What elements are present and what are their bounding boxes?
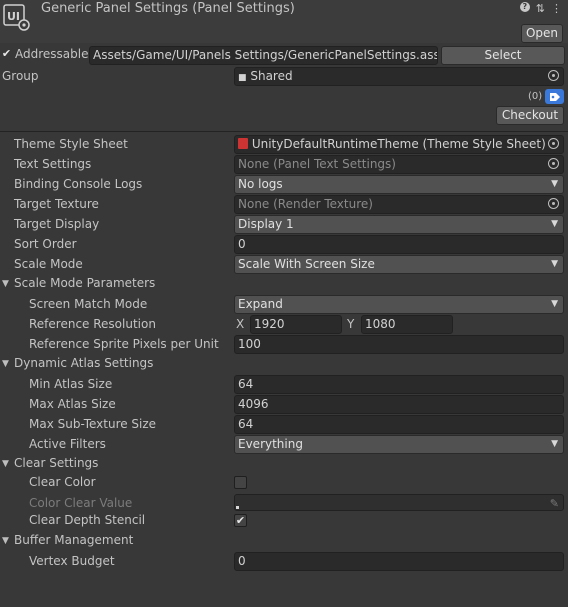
folder-icon: ■ [238,73,247,83]
binding-console-logs-value: No logs [238,177,283,191]
resolution-y-field[interactable]: 1080 [361,315,453,334]
group-field[interactable]: ■ Shared [234,67,564,86]
help-icon[interactable]: ? [519,2,530,12]
foldout-arrow-icon[interactable]: ▼ [2,359,9,369]
binding-console-logs-label: Binding Console Logs [14,177,143,191]
screen-match-mode-label: Screen Match Mode [29,297,148,311]
eyedropper-icon[interactable]: ✎ [550,495,559,510]
vertex-budget-field[interactable]: 0 [234,552,564,571]
foldout-arrow-icon[interactable]: ▼ [2,536,9,546]
dropdown-arrow-icon: ▼ [551,439,558,449]
ref-sprite-ppu-label: Reference Sprite Pixels per Unit [29,337,219,351]
max-atlas-size-field[interactable]: 4096 [234,395,564,414]
addressable-checkbox[interactable]: ✔ [0,48,13,61]
object-picker-icon[interactable] [548,158,559,169]
clear-depth-stencil-label: Clear Depth Stencil [29,513,146,527]
max-atlas-size-label: Max Atlas Size [29,397,116,411]
clear-settings-header[interactable]: Clear Settings [14,456,98,470]
open-button[interactable]: Open [521,24,563,43]
inspector-title: Generic Panel Settings (Panel Settings) [41,1,295,16]
active-filters-label: Active Filters [29,437,106,451]
resolution-x-field[interactable]: 1920 [250,315,342,334]
group-label: Group [2,69,39,83]
preset-sliders-icon[interactable]: ⇅ [536,2,545,15]
foldout-arrow-icon[interactable]: ▼ [2,459,9,469]
scale-mode-dropdown[interactable]: Scale With Screen Size ▼ [234,255,564,274]
active-filters-dropdown[interactable]: Everything ▼ [234,435,564,454]
text-settings-label: Text Settings [14,157,92,171]
addressable-label: Addressable [15,47,89,61]
color-clear-value-field[interactable]: ✎ [234,494,564,511]
address-path-field[interactable]: Assets/Game/UI/Panels Settings/GenericPa… [89,46,438,65]
screen-match-mode-value: Expand [238,297,283,311]
scale-params-header[interactable]: Scale Mode Parameters [14,276,155,290]
ref-sprite-ppu-field[interactable]: 100 [234,335,564,354]
dropdown-arrow-icon: ▼ [551,219,558,229]
sort-order-field[interactable]: 0 [234,235,564,254]
object-picker-icon[interactable] [548,138,559,149]
min-atlas-size-field[interactable]: 64 [234,375,564,394]
select-button[interactable]: Select [441,46,565,65]
tag-icon [550,93,560,101]
text-settings-field[interactable]: None (Panel Text Settings) [234,155,564,174]
color-clear-value-label: Color Clear Value [29,496,133,510]
target-texture-label: Target Texture [14,197,99,211]
resolution-x-label: X [236,317,245,331]
clear-color-checkbox[interactable] [234,476,247,489]
target-display-dropdown[interactable]: Display 1 ▼ [234,215,564,234]
object-picker-icon[interactable] [548,198,559,209]
scale-mode-value: Scale With Screen Size [238,257,375,271]
active-filters-value: Everything [238,437,303,451]
atlas-header[interactable]: Dynamic Atlas Settings [14,356,153,370]
min-atlas-size-label: Min Atlas Size [29,377,113,391]
clear-depth-stencil-checkbox[interactable]: ✔ [234,514,247,527]
target-display-value: Display 1 [238,217,294,231]
ui-asset-icon: UI [3,4,31,32]
header-icons: ? ⇅ ⋮ [519,2,562,15]
resolution-y-label: Y [347,317,355,331]
clear-color-label: Clear Color [29,475,96,489]
object-picker-icon[interactable] [548,70,559,81]
svg-text:UI: UI [7,10,20,23]
scale-mode-label: Scale Mode [14,257,83,271]
alpha-bar [236,506,239,509]
reference-resolution-label: Reference Resolution [29,317,156,331]
theme-style-sheet-field[interactable]: UnityDefaultRuntimeTheme (Theme Style Sh… [234,135,564,154]
style-sheet-icon [238,138,248,149]
max-sub-texture-size-label: Max Sub-Texture Size [29,417,157,431]
labels-count: (0) [528,91,543,102]
sort-order-label: Sort Order [14,237,77,251]
target-texture-value: None (Render Texture) [238,197,373,211]
dropdown-arrow-icon: ▼ [551,179,558,189]
vertex-budget-label: Vertex Budget [29,554,115,568]
dropdown-arrow-icon: ▼ [551,299,558,309]
target-texture-field[interactable]: None (Render Texture) [234,195,564,214]
target-display-label: Target Display [14,217,100,231]
group-value: Shared [250,69,293,83]
text-settings-value: None (Panel Text Settings) [238,157,396,171]
screen-match-mode-dropdown[interactable]: Expand ▼ [234,295,564,314]
buffer-management-header[interactable]: Buffer Management [14,533,133,547]
foldout-arrow-icon[interactable]: ▼ [2,279,9,289]
checkout-button[interactable]: Checkout [496,106,564,125]
header-divider [0,131,568,132]
max-sub-texture-size-field[interactable]: 64 [234,415,564,434]
more-options-icon[interactable]: ⋮ [551,2,562,15]
binding-console-logs-dropdown[interactable]: No logs ▼ [234,175,564,194]
dropdown-arrow-icon: ▼ [551,259,558,269]
theme-style-sheet-label: Theme Style Sheet [14,137,128,151]
theme-style-sheet-value: UnityDefaultRuntimeTheme (Theme Style Sh… [251,137,546,151]
label-tag-button[interactable] [545,89,564,104]
inspector-header: UI Generic Panel Settings (Panel Setting… [0,0,568,43]
